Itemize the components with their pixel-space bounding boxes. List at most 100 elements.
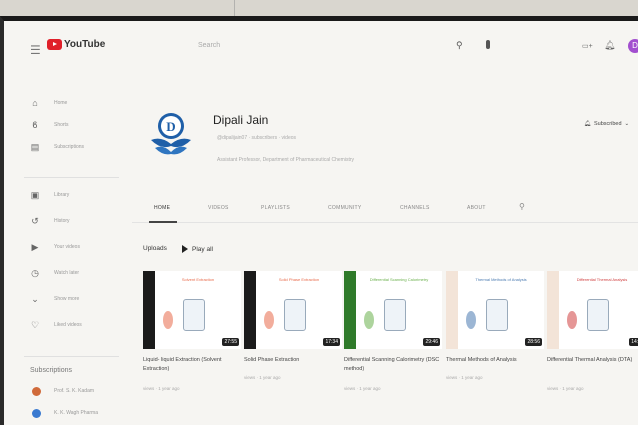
subscriptions-icon: ▤ (30, 141, 40, 152)
sidebar-divider (24, 177, 119, 178)
thumbnail-side-bar (143, 271, 155, 349)
avatar[interactable]: D (628, 39, 638, 53)
chevron-down-icon: ⌄ (31, 293, 39, 304)
sidebar-item-library[interactable]: ▣ Library (4, 187, 119, 203)
apparatus-illustration (587, 299, 609, 331)
sidebar-item-label: Liked videos (54, 322, 82, 328)
youtube-logo[interactable]: YouTube (47, 39, 105, 50)
thumbnail-heading: Solvent Extraction (181, 277, 215, 282)
video-duration: 27:55 (222, 338, 239, 346)
watch-later-icon: ◷ (31, 267, 39, 278)
video-meta: views · 1 year ago (244, 375, 281, 380)
sidebar-item-shorts[interactable]: ϐ Shorts (4, 117, 119, 133)
uploads-heading: Uploads (143, 245, 167, 252)
home-icon: ⌂ (32, 98, 38, 108)
top-bar: ☰ YouTube Search ⚲ ▭+ 🔔︎ D (4, 21, 638, 67)
illustration-accent (466, 311, 476, 329)
sidebar-item-label: Library (54, 192, 70, 198)
sidebar-item-label: Watch later (54, 270, 80, 276)
thumbnail-side-bar (446, 271, 458, 349)
apparatus-illustration (486, 299, 508, 331)
avatar (32, 387, 41, 396)
mic-icon[interactable] (486, 40, 490, 49)
subscription-name: K. K. Wagh Pharma (54, 410, 98, 416)
illustration-accent (364, 311, 374, 329)
video-title[interactable]: Liquid- liquid Extraction (Solvent Extra… (143, 356, 241, 374)
channel-name: Dipali Jain (213, 113, 269, 127)
channel-description[interactable]: Assistant Professor, Department of Pharm… (217, 157, 354, 163)
subscription-name: Prof. S. K. Kadam (54, 388, 95, 394)
video-title[interactable]: Solid Phase Extraction (244, 356, 342, 365)
video-meta: views · 1 year ago (446, 375, 483, 380)
sidebar-item-subscriptions[interactable]: ▤ Subscriptions (4, 139, 119, 155)
create-video-icon[interactable]: ▭+ (582, 42, 593, 50)
video-thumbnail[interactable]: Solid Phase Extraction 17:34 (244, 271, 342, 349)
play-all-button[interactable]: Play all (182, 245, 213, 253)
subscribed-label: Subscribed (593, 121, 622, 127)
tab-playlists[interactable]: PLAYLISTS (261, 205, 290, 211)
active-tab-indicator (149, 221, 177, 223)
video-meta: views · 1 year ago (344, 386, 381, 391)
video-thumbnail[interactable]: Differential Scanning Calorimetry 29:46 (344, 271, 442, 349)
tab-home[interactable]: HOME (154, 205, 170, 211)
subscriptions-heading: Subscriptions (30, 367, 73, 374)
subscription-item[interactable]: Prof. S. K. Kadam (4, 383, 119, 399)
search-icon[interactable]: ⚲ (456, 40, 463, 51)
sidebar-item-label: Shorts (54, 122, 69, 128)
like-icon: ♡ (30, 319, 40, 330)
your-videos-icon: ▶ (31, 241, 39, 252)
video-title[interactable]: Differential Scanning Calorimetry (DSC m… (344, 356, 442, 374)
sidebar-item-show-more[interactable]: ⌄ Show more (4, 291, 119, 307)
thumbnail-heading: Differential Thermal Analysis (576, 277, 628, 282)
apparatus-illustration (284, 299, 306, 331)
sidebar-item-liked-videos[interactable]: ♡ Liked videos (4, 317, 119, 333)
tab-about[interactable]: ABOUT (467, 205, 486, 211)
subscription-item[interactable]: K. K. Wagh Pharma (4, 405, 119, 421)
channel-search-icon[interactable]: ⚲ (519, 202, 525, 211)
sidebar-item-home[interactable]: ⌂ Home (4, 95, 119, 111)
youtube-play-icon (47, 39, 62, 50)
bell-icon[interactable]: 🔔︎ (604, 40, 615, 51)
sidebar-item-label: History (54, 218, 70, 224)
illustration-accent (163, 311, 173, 329)
library-icon: ▣ (30, 189, 40, 200)
thumbnail-heading: Differential Scanning Calorimetry (369, 277, 429, 282)
browser-window: ☰ YouTube Search ⚲ ▭+ 🔔︎ D ⌂ Home ϐ Shorts ▤… (0, 16, 638, 425)
video-title[interactable]: Thermal Methods of Analysis (446, 356, 544, 365)
video-duration: 14:5 (629, 338, 638, 346)
video-meta: views · 1 year ago (547, 386, 584, 391)
video-thumbnail[interactable]: Solvent Extraction 27:55 (143, 271, 241, 349)
apparatus-illustration (384, 299, 406, 331)
video-duration: 17:34 (323, 338, 340, 346)
video-thumbnail[interactable]: Thermal Methods of Analysis 28:56 (446, 271, 544, 349)
shorts-icon: ϐ (32, 120, 38, 130)
menu-icon[interactable]: ☰ (30, 43, 41, 57)
illustration-accent (567, 311, 577, 329)
logo-text: YouTube (64, 39, 106, 50)
subscribed-button[interactable]: 🔔︎ Subscribed ⌄ (584, 116, 629, 132)
sidebar-item-label: Show more (54, 296, 80, 302)
search-input[interactable]: Search (192, 37, 442, 55)
avatar (32, 409, 41, 418)
video-title[interactable]: Differential Thermal Analysis (DTA) (547, 356, 638, 365)
history-icon: ↺ (31, 215, 39, 226)
video-thumbnail[interactable]: Differential Thermal Analysis 14:5 (547, 271, 638, 349)
chevron-down-icon: ⌄ (624, 121, 630, 127)
tab-videos[interactable]: VIDEOS (208, 205, 229, 211)
sidebar-item-history[interactable]: ↺ History (4, 213, 119, 229)
tab-community[interactable]: COMMUNITY (328, 205, 362, 211)
thumbnail-heading: Solid Phase Extraction (278, 277, 320, 282)
channel-logo: D (151, 113, 191, 155)
channel-meta: @dipalijain07 · subscribers · videos (217, 135, 296, 141)
channel-logo-letter: D (166, 119, 175, 134)
thumbnail-side-bar (244, 271, 256, 349)
sidebar-item-watch-later[interactable]: ◷ Watch later (4, 265, 119, 281)
video-duration: 28:56 (525, 338, 542, 346)
play-icon (182, 245, 188, 253)
sidebar-item-label: Home (54, 100, 68, 106)
thumbnail-side-bar (344, 271, 356, 349)
play-all-label: Play all (192, 245, 213, 253)
sidebar-item-label: Your videos (54, 244, 80, 250)
sidebar-item-your-videos[interactable]: ▶ Your videos (4, 239, 119, 255)
tab-channels[interactable]: CHANNELS (400, 205, 430, 211)
